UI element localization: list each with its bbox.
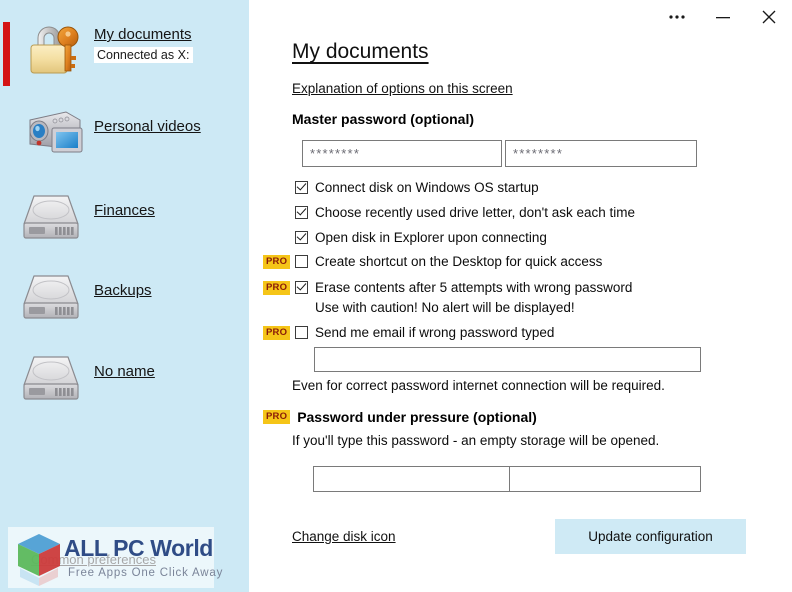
page-title: My documents	[292, 40, 429, 63]
checkbox-erase-contents[interactable]	[295, 281, 308, 294]
option-label[interactable]: Open disk in Explorer upon connecting	[315, 230, 547, 245]
sidebar-item-label[interactable]: My documents	[94, 26, 192, 43]
pro-badge: PRO	[263, 254, 291, 269]
watermark-tagline: Free Apps One Click Away	[68, 567, 224, 579]
checkbox-send-email[interactable]	[295, 326, 308, 339]
sidebar-item-status: Connected as X:	[94, 47, 194, 63]
email-note: Even for correct password internet conne…	[292, 378, 665, 393]
hard-disk-icon	[22, 262, 94, 330]
checkbox-open-in-explorer[interactable]	[295, 231, 308, 244]
pressure-password-field[interactable]	[313, 466, 510, 492]
master-password-heading: Master password (optional)	[292, 111, 475, 127]
common-preferences-link[interactable]: Common preferences	[31, 552, 156, 567]
option-row-open-in-explorer[interactable]: Open disk in Explorer upon connecting	[263, 227, 547, 248]
sidebar-item-personal-videos[interactable]: Personal videos	[0, 96, 249, 176]
close-button[interactable]	[746, 0, 792, 34]
pro-badge-slot: PRO	[263, 254, 295, 269]
hard-disk-icon	[22, 343, 94, 411]
application-window: My documents Connected as X: Personal vi…	[0, 0, 792, 592]
checkbox-desktop-shortcut[interactable]	[295, 255, 308, 268]
close-icon	[762, 10, 776, 24]
update-configuration-button[interactable]: Update configuration	[555, 519, 746, 554]
option-label[interactable]: Connect disk on Windows OS startup	[315, 180, 539, 195]
option-label[interactable]: Send me email if wrong password typed	[315, 325, 554, 340]
window-titlebar	[532, 0, 792, 38]
sidebar-item-label[interactable]: Finances	[94, 202, 155, 219]
option-row-send-email[interactable]: PRO Send me email if wrong password type…	[263, 322, 554, 343]
sidebar-item-label[interactable]: Personal videos	[94, 118, 201, 135]
email-address-field[interactable]	[314, 347, 701, 372]
option-row-erase-contents[interactable]: PRO Erase contents after 5 attempts with…	[263, 277, 632, 298]
sidebar-item-backups[interactable]: Backups	[0, 260, 249, 340]
erase-caution-note: Use with caution! No alert will be displ…	[315, 300, 575, 315]
camcorder-icon	[22, 98, 94, 166]
password-under-pressure-note: If you'll type this password - an empty …	[292, 433, 660, 448]
checkbox-recent-drive-letter[interactable]	[295, 206, 308, 219]
pro-badge: PRO	[263, 280, 291, 295]
explanation-link[interactable]: Explanation of options on this screen	[292, 81, 513, 96]
sidebar-item-label[interactable]: No name	[94, 363, 155, 380]
master-password-field[interactable]	[302, 140, 502, 167]
minimize-icon	[716, 17, 730, 19]
password-under-pressure-heading: Password under pressure (optional)	[297, 409, 537, 425]
option-row-desktop-shortcut[interactable]: PRO Create shortcut on the Desktop for q…	[263, 251, 602, 272]
pro-badge-slot: PRO	[263, 325, 295, 340]
master-password-confirm-field[interactable]	[505, 140, 697, 167]
minimize-button[interactable]	[700, 0, 746, 34]
change-disk-icon-link[interactable]: Change disk icon	[292, 529, 396, 544]
option-row-connect-on-startup[interactable]: Connect disk on Windows OS startup	[263, 177, 539, 198]
sidebar-item-label[interactable]: Backups	[94, 282, 152, 299]
sidebar-item-finances[interactable]: Finances	[0, 180, 249, 260]
pressure-password-confirm-field[interactable]	[509, 466, 701, 492]
padlock-key-icon	[22, 16, 94, 84]
pro-badge-slot: PRO	[263, 280, 295, 295]
ellipsis-icon	[669, 15, 685, 19]
password-under-pressure-header: PRO Password under pressure (optional)	[263, 409, 537, 425]
checkbox-connect-on-startup[interactable]	[295, 181, 308, 194]
pro-badge: PRO	[263, 325, 291, 340]
option-label[interactable]: Create shortcut on the Desktop for quick…	[315, 254, 602, 269]
main-panel: My documents Explanation of options on t…	[249, 0, 792, 592]
more-options-button[interactable]	[654, 0, 700, 34]
pro-badge: PRO	[263, 410, 291, 424]
option-row-recent-drive-letter[interactable]: Choose recently used drive letter, don't…	[263, 202, 635, 223]
sidebar: My documents Connected as X: Personal vi…	[0, 0, 249, 592]
option-label[interactable]: Erase contents after 5 attempts with wro…	[315, 280, 632, 295]
option-label[interactable]: Choose recently used drive letter, don't…	[315, 205, 635, 220]
sidebar-item-no-name[interactable]: No name	[0, 341, 249, 421]
sidebar-item-my-documents[interactable]: My documents Connected as X:	[0, 14, 249, 94]
hard-disk-icon	[22, 182, 94, 250]
